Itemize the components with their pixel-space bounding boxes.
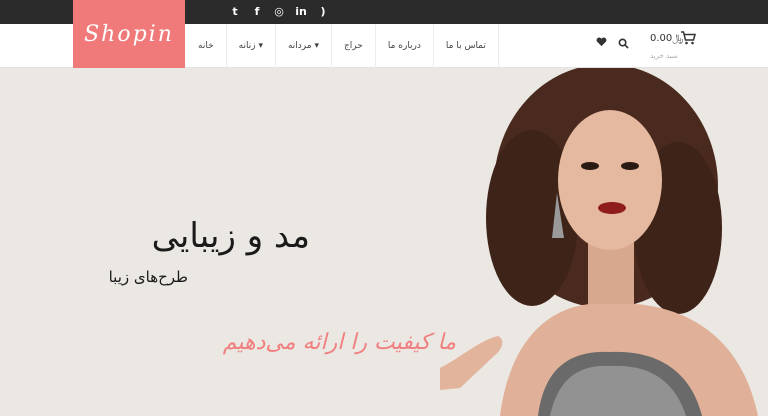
main-menu: خانه زنانه ▾ مردانه ▾ حراج درباره ما تما…	[186, 24, 499, 68]
model-photo	[440, 68, 758, 416]
social-links: t f ◎ in )	[228, 4, 330, 18]
cart-total[interactable]: ‎0.00‎‏﷼	[650, 33, 683, 44]
cart-label[interactable]: سبد خرید	[650, 52, 678, 60]
twitter-icon[interactable]: t	[228, 4, 242, 18]
linkedin-icon[interactable]: in	[294, 4, 308, 18]
hero-banner: مد و زیبایی طرح‌های زیبا ما کیفیت را ارا…	[0, 68, 768, 416]
heart-icon[interactable]	[596, 37, 608, 49]
menu-item-contact[interactable]: تماس با ما	[432, 24, 499, 68]
menu-item-women[interactable]: زنانه ▾	[225, 24, 275, 68]
cart-icon[interactable]	[680, 30, 696, 45]
dribbble-icon[interactable]: ◎	[272, 4, 286, 18]
menu-item-sale[interactable]: حراج	[330, 24, 375, 68]
hero-headline: مد و زیبایی	[151, 216, 310, 256]
hero-tagline: ما کیفیت را ارائه می‌دهیم	[222, 330, 456, 355]
menu-item-men[interactable]: مردانه ▾	[274, 24, 331, 68]
facebook-icon[interactable]: f	[250, 4, 264, 18]
menu-item-about[interactable]: درباره ما	[374, 24, 433, 68]
hero-subline: طرح‌های زیبا	[108, 268, 188, 286]
menu-item-home[interactable]: خانه	[186, 24, 226, 68]
search-icon[interactable]	[618, 38, 630, 50]
logo-text: Shopin	[84, 21, 174, 47]
rss-icon[interactable]: )	[316, 4, 330, 18]
site-logo[interactable]: Shopin	[73, 0, 185, 68]
